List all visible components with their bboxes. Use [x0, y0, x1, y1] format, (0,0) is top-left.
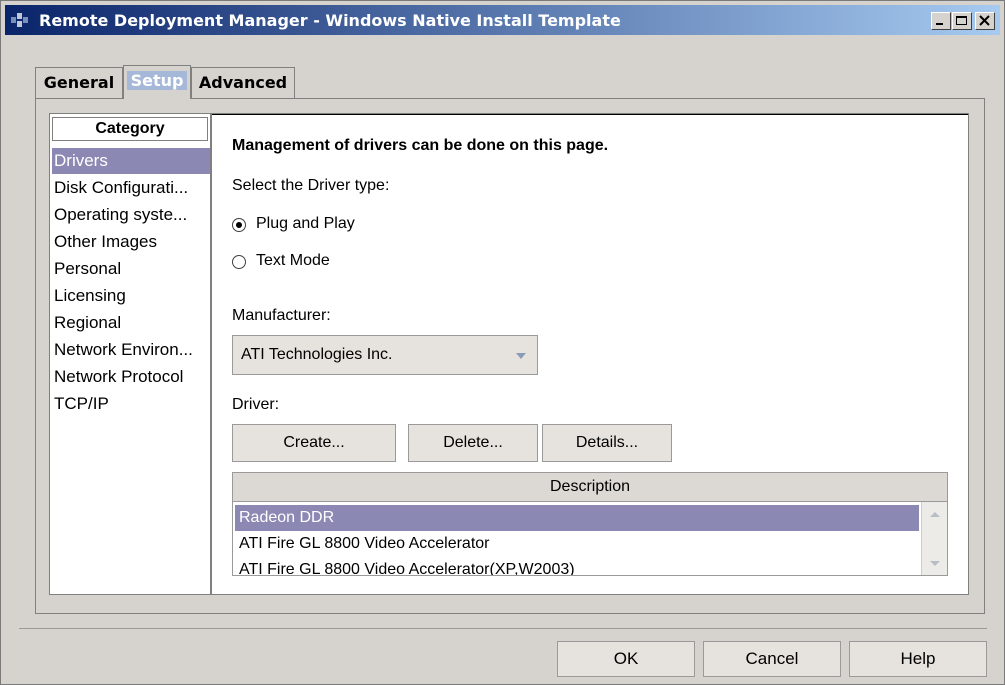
driver-type-label: Select the Driver type: [232, 177, 390, 194]
drivers-page: Management of drivers can be done on thi… [212, 114, 968, 595]
chevron-down-icon [516, 353, 526, 359]
category-item-disk-configuration[interactable]: Disk Configurati... [52, 175, 210, 201]
tab-advanced[interactable]: Advanced [191, 67, 295, 98]
category-item-other-images[interactable]: Other Images [52, 229, 210, 255]
category-item-network-environment[interactable]: Network Environ... [52, 337, 210, 363]
radio-text-mode[interactable] [232, 255, 246, 269]
page-heading: Management of drivers can be done on thi… [232, 137, 609, 154]
tab-general-label: General [43, 73, 115, 92]
manufacturer-dropdown[interactable]: ATI Technologies Inc. [232, 335, 538, 375]
cancel-button[interactable]: Cancel [703, 641, 841, 677]
details-button[interactable]: Details... [542, 424, 672, 462]
category-item-personal[interactable]: Personal [52, 256, 210, 282]
tab-setup-label: Setup [126, 71, 188, 90]
maximize-button[interactable] [952, 12, 972, 30]
main-window: Remote Deployment Manager - Windows Nati… [0, 0, 1005, 685]
close-button[interactable] [975, 12, 995, 30]
category-header: Category [52, 117, 208, 141]
title-bar[interactable]: Remote Deployment Manager - Windows Nati… [5, 5, 1000, 35]
category-item-regional[interactable]: Regional [52, 310, 210, 336]
create-button[interactable]: Create... [232, 424, 396, 462]
minimize-icon [936, 23, 943, 25]
description-column-header[interactable]: Description [232, 472, 948, 502]
close-icon [979, 15, 990, 26]
maximize-icon [956, 16, 967, 25]
manufacturer-value: ATI Technologies Inc. [241, 346, 393, 363]
driver-label: Driver: [232, 396, 280, 413]
description-list: Radeon DDR ATI Fire GL 8800 Video Accele… [232, 502, 948, 576]
list-item[interactable]: ATI Fire GL 8800 Video Accelerator(XP,W2… [235, 557, 919, 575]
footer-divider [19, 628, 987, 629]
radio-text-mode-label: Text Mode [256, 252, 330, 269]
category-list: Category Drivers Disk Configurati... Ope… [50, 114, 212, 594]
vertical-scrollbar[interactable] [921, 502, 947, 576]
window-title: Remote Deployment Manager - Windows Nati… [39, 11, 621, 30]
category-item-licensing[interactable]: Licensing [52, 283, 210, 309]
help-button[interactable]: Help [849, 641, 987, 677]
delete-button[interactable]: Delete... [408, 424, 538, 462]
category-item-operating-system[interactable]: Operating syste... [52, 202, 210, 228]
tab-setup[interactable]: Setup [123, 65, 191, 99]
manufacturer-label: Manufacturer: [232, 307, 331, 324]
list-item[interactable]: Radeon DDR [235, 505, 919, 531]
radio-plug-and-play-label: Plug and Play [256, 215, 355, 232]
minimize-button[interactable] [931, 12, 951, 30]
category-item-network-protocol[interactable]: Network Protocol [52, 364, 210, 390]
list-item[interactable]: ATI Fire GL 8800 Video Accelerator [235, 531, 919, 557]
app-icon [11, 13, 28, 27]
category-item-drivers[interactable]: Drivers [52, 148, 210, 174]
tab-advanced-label: Advanced [198, 73, 288, 92]
scroll-down-icon[interactable] [923, 552, 947, 576]
category-item-tcpip[interactable]: TCP/IP [52, 391, 210, 417]
tab-general[interactable]: General [35, 67, 123, 98]
content-area: Category Drivers Disk Configurati... Ope… [49, 113, 969, 595]
ok-button[interactable]: OK [557, 641, 695, 677]
radio-plug-and-play[interactable] [232, 218, 246, 232]
scroll-up-icon[interactable] [923, 502, 947, 526]
